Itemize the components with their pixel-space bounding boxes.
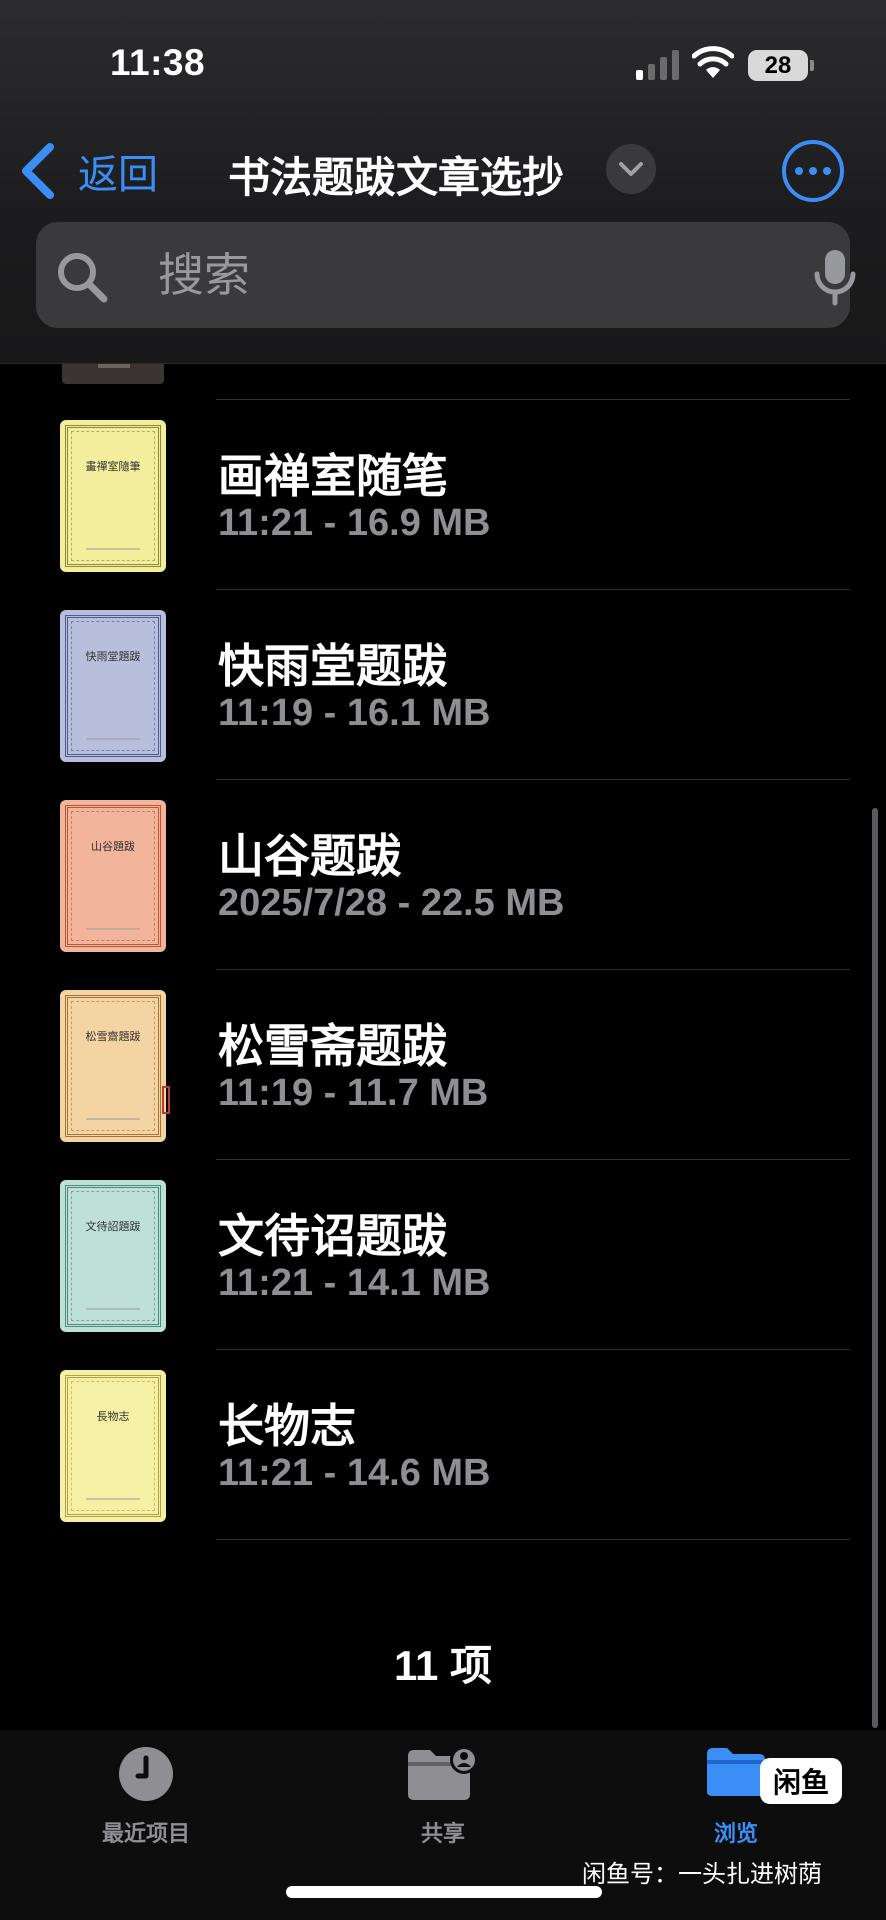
clock-icon [119, 1747, 173, 1801]
back-button[interactable]: 返回 [18, 140, 158, 202]
cellular-signal-icon [636, 50, 679, 80]
more-dot-icon [809, 167, 817, 175]
tab-recents[interactable]: 最近项目 [46, 1730, 246, 1860]
battery-cap [810, 60, 814, 71]
cover-border: 松雪齋題跋 [65, 995, 161, 1137]
tab-shared-label: 共享 [420, 1821, 465, 1846]
more-dot-icon [823, 167, 831, 175]
file-meta: 11:21 - 14.1 MB [218, 1262, 491, 1304]
chevron-down-icon [619, 162, 643, 176]
battery-indicator: 28 [748, 50, 808, 81]
file-row[interactable]: 長物志 长物志 11:21 - 14.6 MB [0, 1350, 886, 1540]
file-name: 快雨堂题跋 [218, 640, 448, 692]
watermark-logo: 闲鱼 [760, 1758, 842, 1804]
microphone-icon[interactable] [812, 248, 858, 306]
title-menu-button[interactable] [606, 144, 656, 194]
cover-seal [162, 1086, 170, 1114]
chevron-left-icon [22, 143, 54, 199]
tab-shared[interactable]: 共享 [343, 1730, 543, 1860]
file-name: 山谷题跋 [218, 830, 402, 882]
cover-title: 快雨堂題跋 [85, 650, 141, 663]
file-thumbnail: 松雪齋題跋 [60, 990, 170, 1142]
search-input[interactable] [158, 244, 758, 306]
cover-title: 長物志 [96, 1410, 130, 1423]
cover-publisher-line [86, 738, 140, 740]
home-indicator[interactable] [286, 1886, 602, 1898]
file-row[interactable]: 文待詔題跋 文待诏题跋 11:21 - 14.1 MB [0, 1160, 886, 1350]
file-name: 文待诏题跋 [218, 1210, 448, 1262]
file-row[interactable]: 山谷題跋 山谷题跋 2025/7/28 - 22.5 MB [0, 780, 886, 970]
file-name: 松雪斋题跋 [218, 1020, 448, 1072]
file-meta: 11:19 - 16.1 MB [218, 692, 491, 734]
file-meta: 11:19 - 11.7 MB [218, 1072, 489, 1114]
back-button-label: 返回 [78, 153, 158, 197]
cover-publisher-line [86, 548, 140, 550]
search-icon [58, 253, 108, 303]
watermark-text: 闲鱼号：一头扎进树荫 [582, 1861, 822, 1888]
file-thumbnail: 山谷題跋 [60, 800, 166, 952]
status-bar: 11:38 28 [0, 0, 886, 130]
cover-publisher-line [86, 928, 140, 930]
search-bar[interactable] [36, 222, 856, 328]
scroll-indicator[interactable] [872, 808, 878, 1728]
cover-border: 文待詔題跋 [65, 1185, 161, 1327]
file-name: 长物志 [218, 1400, 356, 1452]
cover-title: 畫禪室隨筆 [85, 460, 141, 473]
cover-title: 文待詔題跋 [85, 1220, 141, 1233]
file-row[interactable]: 松雪齋題跋 松雪斋题跋 11:19 - 11.7 MB [0, 970, 886, 1160]
header: 11:38 28 返回 书法题跋文章选抄 [0, 0, 886, 364]
cover-border: 快雨堂題跋 [65, 615, 161, 757]
navigation-bar: 返回 书法题跋文章选抄 [0, 130, 886, 210]
file-row[interactable]: 快雨堂題跋 快雨堂题跋 11:19 - 16.1 MB [0, 590, 886, 780]
file-thumbnail: 快雨堂題跋 [60, 610, 166, 762]
item-count: 11 项 [393, 1642, 493, 1689]
more-options-button[interactable] [782, 140, 844, 202]
cover-border: 長物志 [65, 1375, 161, 1517]
more-dot-icon [795, 167, 803, 175]
file-row[interactable]: 畫禪室隨筆 画禅室随笔 11:21 - 16.9 MB [0, 400, 886, 590]
row-separator [216, 1539, 850, 1540]
cover-title: 山谷題跋 [91, 840, 135, 853]
cover-publisher-line [86, 1498, 140, 1500]
wifi-icon [692, 46, 734, 78]
cover-publisher-line [86, 1308, 140, 1310]
status-time: 11:38 [110, 42, 206, 83]
file-thumbnail: 文待詔題跋 [60, 1180, 166, 1332]
file-thumbnail: 長物志 [60, 1370, 166, 1522]
shared-folder-icon [408, 1746, 478, 1800]
page-title: 书法题跋文章选抄 [228, 154, 565, 201]
cover-border: 畫禪室隨筆 [65, 425, 161, 567]
cover-border: 山谷題跋 [65, 805, 161, 947]
cover-title: 松雪齋題跋 [85, 1030, 141, 1043]
tab-browse-label: 浏览 [713, 1821, 758, 1846]
file-meta: 11:21 - 16.9 MB [218, 502, 491, 544]
file-thumbnail: 畫禪室隨筆 [60, 420, 166, 572]
file-name: 画禅室随笔 [218, 450, 448, 502]
folder-icon [707, 1748, 765, 1796]
file-meta: 11:21 - 14.6 MB [218, 1452, 491, 1494]
cover-publisher-line [86, 1118, 140, 1120]
file-meta: 2025/7/28 - 22.5 MB [218, 882, 565, 924]
tab-recents-label: 最近项目 [101, 1821, 190, 1846]
